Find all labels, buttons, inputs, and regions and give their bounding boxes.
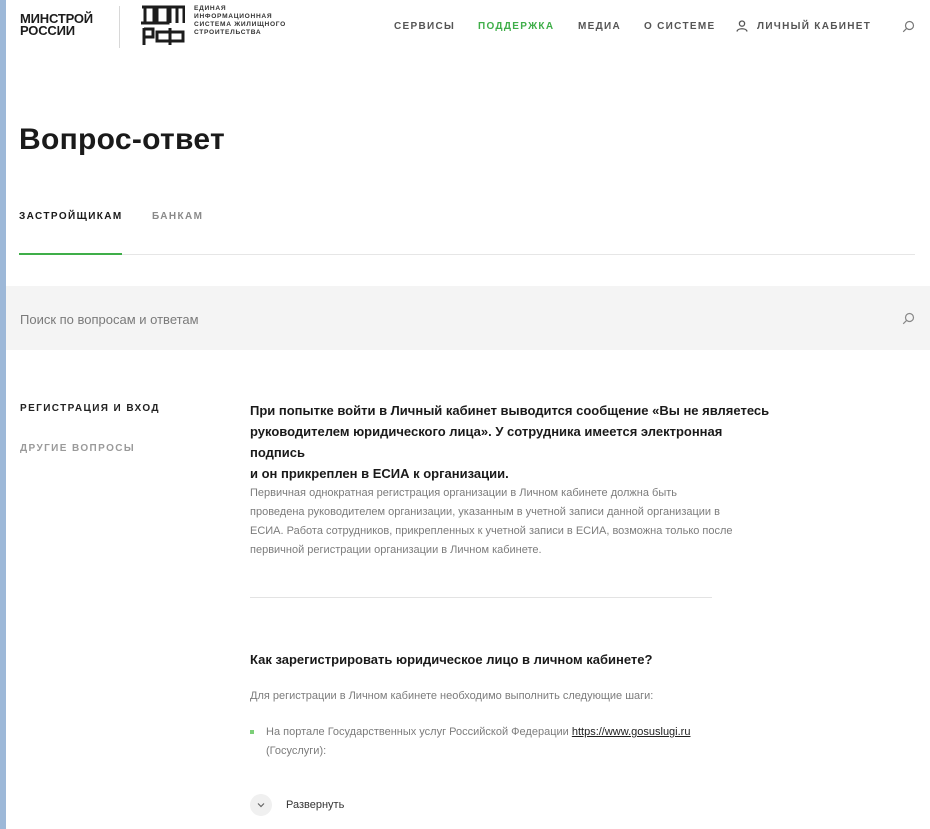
expand-circle <box>250 794 272 816</box>
faq-question[interactable]: Как зарегистрировать юридическое лицо в … <box>250 649 730 670</box>
page-title: Вопрос-ответ <box>19 123 225 156</box>
category-registration[interactable]: РЕГИСТРАЦИЯ И ВХОД <box>20 403 160 414</box>
faq-answer: Первичная однократная регистрация органи… <box>250 484 760 560</box>
category-other-questions[interactable]: ДРУГИЕ ВОПРОСЫ <box>20 443 135 454</box>
answer-line: проведена руководителем организации, ука… <box>250 506 720 518</box>
nav-support[interactable]: ПОДДЕРЖКА <box>478 21 554 32</box>
dom-text-line-1: ЕДИНАЯ <box>194 5 227 12</box>
question-line: При попытке войти в Личный кабинет вывод… <box>250 403 770 418</box>
faq-question[interactable]: При попытке войти в Личный кабинет вывод… <box>250 400 770 484</box>
minstroy-logo-line-2: РОССИИ <box>20 23 75 38</box>
dom-text-line-3: СИСТЕМА ЖИЛИЩНОГО <box>194 21 286 28</box>
logo-divider <box>119 6 120 48</box>
dom-rf-logo-icon <box>141 5 185 45</box>
user-icon[interactable] <box>736 20 748 32</box>
faq-answer-intro: Для регистрации в Личном кабинете необхо… <box>250 690 654 702</box>
window-edge <box>0 0 6 829</box>
expand-button[interactable]: Развернуть <box>250 794 344 816</box>
dom-text-line-2: ИНФОРМАЦИОННАЯ <box>194 13 273 20</box>
search-icon[interactable] <box>902 20 915 33</box>
gosuslugi-link[interactable]: https://www.gosuslugi.ru <box>572 726 691 738</box>
answer-line: первичной регистрации организации в Личн… <box>250 544 542 556</box>
search-icon[interactable] <box>902 312 915 325</box>
nav-services[interactable]: СЕРВИСЫ <box>394 21 455 32</box>
question-line: руководителем юридического лица». У сотр… <box>250 424 723 460</box>
list-item-text-start: На портале Государственных услуг Российс… <box>266 726 572 738</box>
dom-rf-logo-text: ЕДИНАЯ ИНФОРМАЦИОННАЯ СИСТЕМА ЖИЛИЩНОГО … <box>194 5 286 37</box>
faq-search-input[interactable] <box>20 308 880 330</box>
faq-separator <box>250 597 712 598</box>
dom-text-line-4: СТРОИТЕЛЬСТВА <box>194 29 262 36</box>
answer-line: ЕСИА. Работа сотрудников, прикрепленных … <box>250 525 733 537</box>
bullet-marker <box>250 730 254 734</box>
expand-label: Развернуть <box>286 799 345 811</box>
faq-search-bar <box>6 286 930 350</box>
answer-line: Первичная однократная регистрация органи… <box>250 487 678 499</box>
list-item-text: На портале Государственных услуг Российс… <box>266 723 740 761</box>
tab-builders[interactable]: ЗАСТРОЙЩИКАМ <box>19 211 123 222</box>
minstroy-logo[interactable]: МИНСТРОЙ РОССИИ <box>20 12 93 38</box>
tab-banks[interactable]: БАНКАМ <box>152 211 203 222</box>
list-item-text-end: (Госуслуги): <box>266 745 327 757</box>
nav-media[interactable]: МЕДИА <box>578 21 621 32</box>
nav-about[interactable]: О СИСТЕМЕ <box>644 21 715 32</box>
chevron-down-icon <box>257 803 265 808</box>
tabs-divider <box>19 254 915 255</box>
nav-personal-cabinet[interactable]: ЛИЧНЫЙ КАБИНЕТ <box>757 21 871 32</box>
site-header: МИНСТРОЙ РОССИИ ЕДИНАЯ ИНФОРМАЦИОННАЯ СИ… <box>0 0 930 56</box>
active-tab-indicator <box>19 253 122 255</box>
question-line: и он прикреплен в ЕСИА к организации. <box>250 466 509 481</box>
